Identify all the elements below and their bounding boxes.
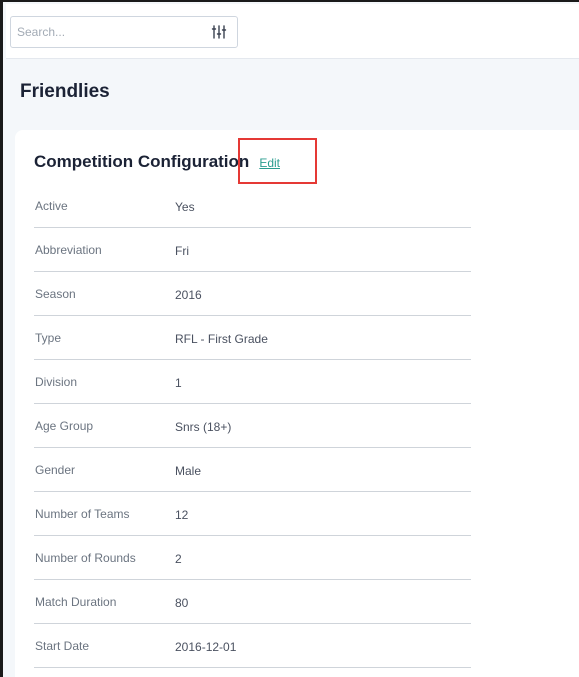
search-input[interactable] <box>11 17 197 47</box>
detail-row-gender: Gender Male <box>34 448 471 492</box>
detail-row-division: Division 1 <box>34 360 471 404</box>
competition-configuration-card: Competition Configuration Edit Active Yes … <box>15 130 579 677</box>
detail-row-active: Active Yes <box>34 184 471 228</box>
detail-label: Abbreviation <box>35 243 102 257</box>
detail-row-start-date: Start Date 2016-12-01 <box>34 624 471 668</box>
config-details-list: Active Yes Abbreviation Fri Season 2016 Typ… <box>34 184 471 668</box>
card-header: Competition Configuration Edit <box>34 152 280 172</box>
detail-label: Number of Rounds <box>35 551 136 565</box>
detail-row-abbreviation: Abbreviation Fri <box>34 228 471 272</box>
detail-value: RFL - First Grade <box>175 332 268 346</box>
detail-label: Division <box>35 375 78 389</box>
card-title: Competition Configuration <box>34 152 250 171</box>
sliders-filter-icon[interactable] <box>211 24 227 40</box>
detail-label: Start Date <box>35 639 90 653</box>
detail-value: Yes <box>175 200 195 214</box>
detail-label: Number of Teams <box>35 507 130 521</box>
edit-link[interactable]: Edit <box>259 156 280 170</box>
detail-value: 1 <box>175 376 182 390</box>
detail-value: 2016 <box>175 288 202 302</box>
top-toolbar <box>6 4 579 59</box>
detail-label: Active <box>35 199 68 213</box>
detail-value: Snrs (18+) <box>175 420 232 434</box>
detail-label: Age Group <box>35 419 94 433</box>
detail-row-number-of-teams: Number of Teams 12 <box>34 492 471 536</box>
detail-value: Fri <box>175 244 189 258</box>
detail-value: 12 <box>175 508 189 522</box>
detail-label: Match Duration <box>35 595 117 609</box>
page-title: Friendlies <box>20 81 110 102</box>
detail-label: Type <box>35 331 62 345</box>
detail-row-season: Season 2016 <box>34 272 471 316</box>
detail-value: Male <box>175 464 202 478</box>
detail-label: Gender <box>35 463 76 477</box>
detail-value: 2 <box>175 552 182 566</box>
detail-row-match-duration: Match Duration 80 <box>34 580 471 624</box>
detail-row-age-group: Age Group Snrs (18+) <box>34 404 471 448</box>
detail-row-number-of-rounds: Number of Rounds 2 <box>34 536 471 580</box>
detail-row-type: Type RFL - First Grade <box>34 316 471 360</box>
detail-label: Season <box>35 287 76 301</box>
search-box <box>10 16 238 48</box>
detail-value: 2016-12-01 <box>175 640 237 654</box>
detail-value: 80 <box>175 596 189 610</box>
